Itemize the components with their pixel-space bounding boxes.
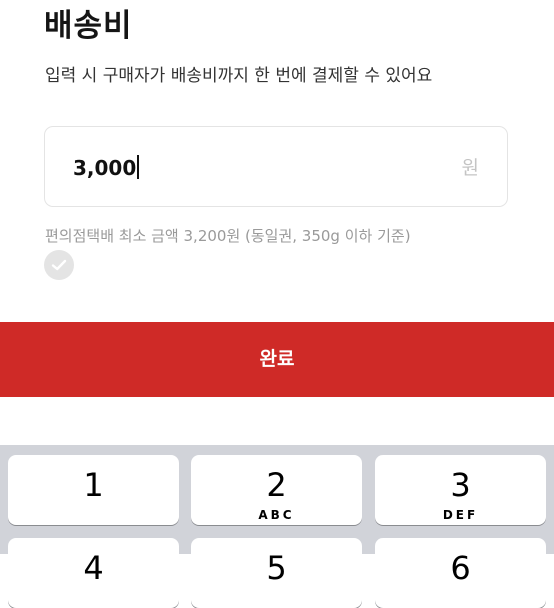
key-digit: 2: [266, 466, 287, 504]
key-digit: 5: [266, 549, 287, 587]
key-digit: 3: [450, 466, 471, 504]
key-letters: DEF: [442, 508, 479, 522]
complete-button[interactable]: 완료: [0, 322, 554, 397]
keypad-key-1[interactable]: 1: [8, 455, 179, 525]
keypad-key-2[interactable]: 2 ABC: [191, 455, 362, 525]
check-icon: [51, 259, 67, 271]
key-digit: 1: [83, 466, 104, 504]
shipping-fee-value-text: 3,000: [73, 156, 137, 180]
keypad-key-5[interactable]: 5: [191, 538, 362, 608]
text-cursor: [137, 155, 140, 179]
keypad-key-4[interactable]: 4: [8, 538, 179, 608]
page-title: 배송비: [44, 8, 133, 44]
key-digit: 4: [83, 549, 104, 587]
shipping-fee-value: 3,000: [73, 154, 140, 182]
convenience-store-hint: 편의점택배 최소 금액 3,200원 (동일권, 350g 이하 기준): [45, 227, 411, 245]
shipping-fee-input[interactable]: 3,000 원: [44, 126, 508, 207]
numeric-keypad: 1 2 ABC 3 DEF 4 5 6: [0, 445, 554, 608]
key-digit: 6: [450, 549, 471, 587]
page-subtitle: 입력 시 구매자가 배송비까지 한 번에 결제할 수 있어요: [45, 66, 433, 86]
keypad-key-3[interactable]: 3 DEF: [375, 455, 546, 525]
currency-unit: 원: [461, 157, 479, 179]
key-letters: ABC: [258, 508, 295, 522]
keypad-key-6[interactable]: 6: [375, 538, 546, 608]
convenience-store-checkbox[interactable]: [44, 250, 74, 280]
